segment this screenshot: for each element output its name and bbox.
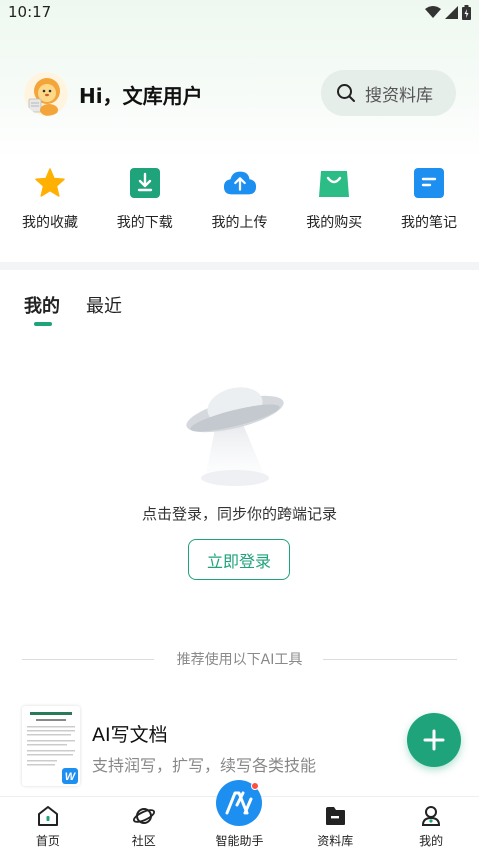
search-icon [337, 84, 355, 102]
nav-label: 智能助手 [215, 834, 264, 848]
download-icon [128, 166, 162, 200]
quick-action-purchases[interactable]: 我的购买 [287, 160, 381, 240]
library-icon [323, 804, 347, 828]
header: Hi，文库用户 搜资料库 [0, 70, 479, 118]
status-icons [425, 4, 471, 20]
login-button[interactable]: 立即登录 [188, 539, 290, 580]
nav-community[interactable]: 社区 [96, 797, 192, 850]
search-placeholder: 搜资料库 [365, 85, 433, 106]
ai-tool-card[interactable]: W AI写文档 支持润写，扩写，续写各类技能 [22, 706, 462, 790]
signal-icon [445, 5, 458, 19]
tab-mine[interactable]: 我的 [24, 292, 60, 332]
star-icon [33, 166, 67, 200]
tab-bar: 我的 最近 [24, 292, 122, 332]
svg-text:W: W [65, 771, 77, 783]
quick-actions: 我的收藏 我的下载 我的上传 我的购买 我的笔记 [0, 160, 479, 240]
tab-recent[interactable]: 最近 [86, 292, 122, 332]
avatar[interactable] [24, 72, 68, 116]
shopping-bag-icon [317, 166, 351, 200]
upload-cloud-icon [223, 166, 257, 200]
status-bar: 10:17 [0, 0, 479, 24]
battery-icon [462, 4, 471, 20]
lion-avatar-icon [24, 72, 68, 116]
quick-action-label: 我的上传 [211, 215, 268, 231]
quick-action-label: 我的笔记 [401, 215, 457, 231]
quick-action-label: 我的收藏 [22, 215, 78, 231]
tab-indicator [34, 322, 52, 326]
wifi-icon [425, 5, 441, 18]
recommend-title: 推荐使用以下AI工具 [176, 652, 303, 668]
quick-action-favorites[interactable]: 我的收藏 [3, 160, 97, 240]
nav-label: 资料库 [317, 834, 354, 848]
nav-profile[interactable]: 我的 [383, 797, 479, 850]
quick-action-notes[interactable]: 我的笔记 [382, 160, 476, 240]
nav-label: 我的 [419, 834, 444, 848]
planet-icon [132, 804, 156, 828]
quick-action-downloads[interactable]: 我的下载 [98, 160, 192, 240]
ai-assistant-icon [225, 791, 253, 815]
quick-action-label: 我的购买 [306, 215, 363, 231]
quick-action-label: 我的下载 [116, 215, 173, 231]
nav-label: 首页 [35, 834, 60, 848]
plus-icon [423, 729, 445, 751]
nav-label: 社区 [131, 834, 156, 848]
ai-tool-name: AI写文档 [92, 724, 168, 746]
nav-home[interactable]: 首页 [0, 797, 96, 850]
note-icon [412, 166, 446, 200]
ufo-illustration-icon [180, 382, 290, 492]
add-fab-button[interactable] [407, 713, 461, 767]
ai-tool-description: 支持润写，扩写，续写各类技能 [92, 756, 317, 775]
home-icon [36, 804, 60, 828]
search-box[interactable]: 搜资料库 [321, 70, 456, 116]
greeting-text: Hi，文库用户 [79, 84, 203, 108]
profile-icon [419, 804, 443, 828]
section-divider [0, 262, 479, 270]
nav-library[interactable]: 资料库 [287, 797, 383, 850]
document-thumbnail: W [22, 706, 80, 786]
status-time: 10:17 [8, 3, 52, 21]
empty-state-message: 点击登录，同步你的跨端记录 [141, 505, 337, 523]
notification-dot [251, 782, 259, 790]
quick-action-uploads[interactable]: 我的上传 [193, 160, 287, 240]
